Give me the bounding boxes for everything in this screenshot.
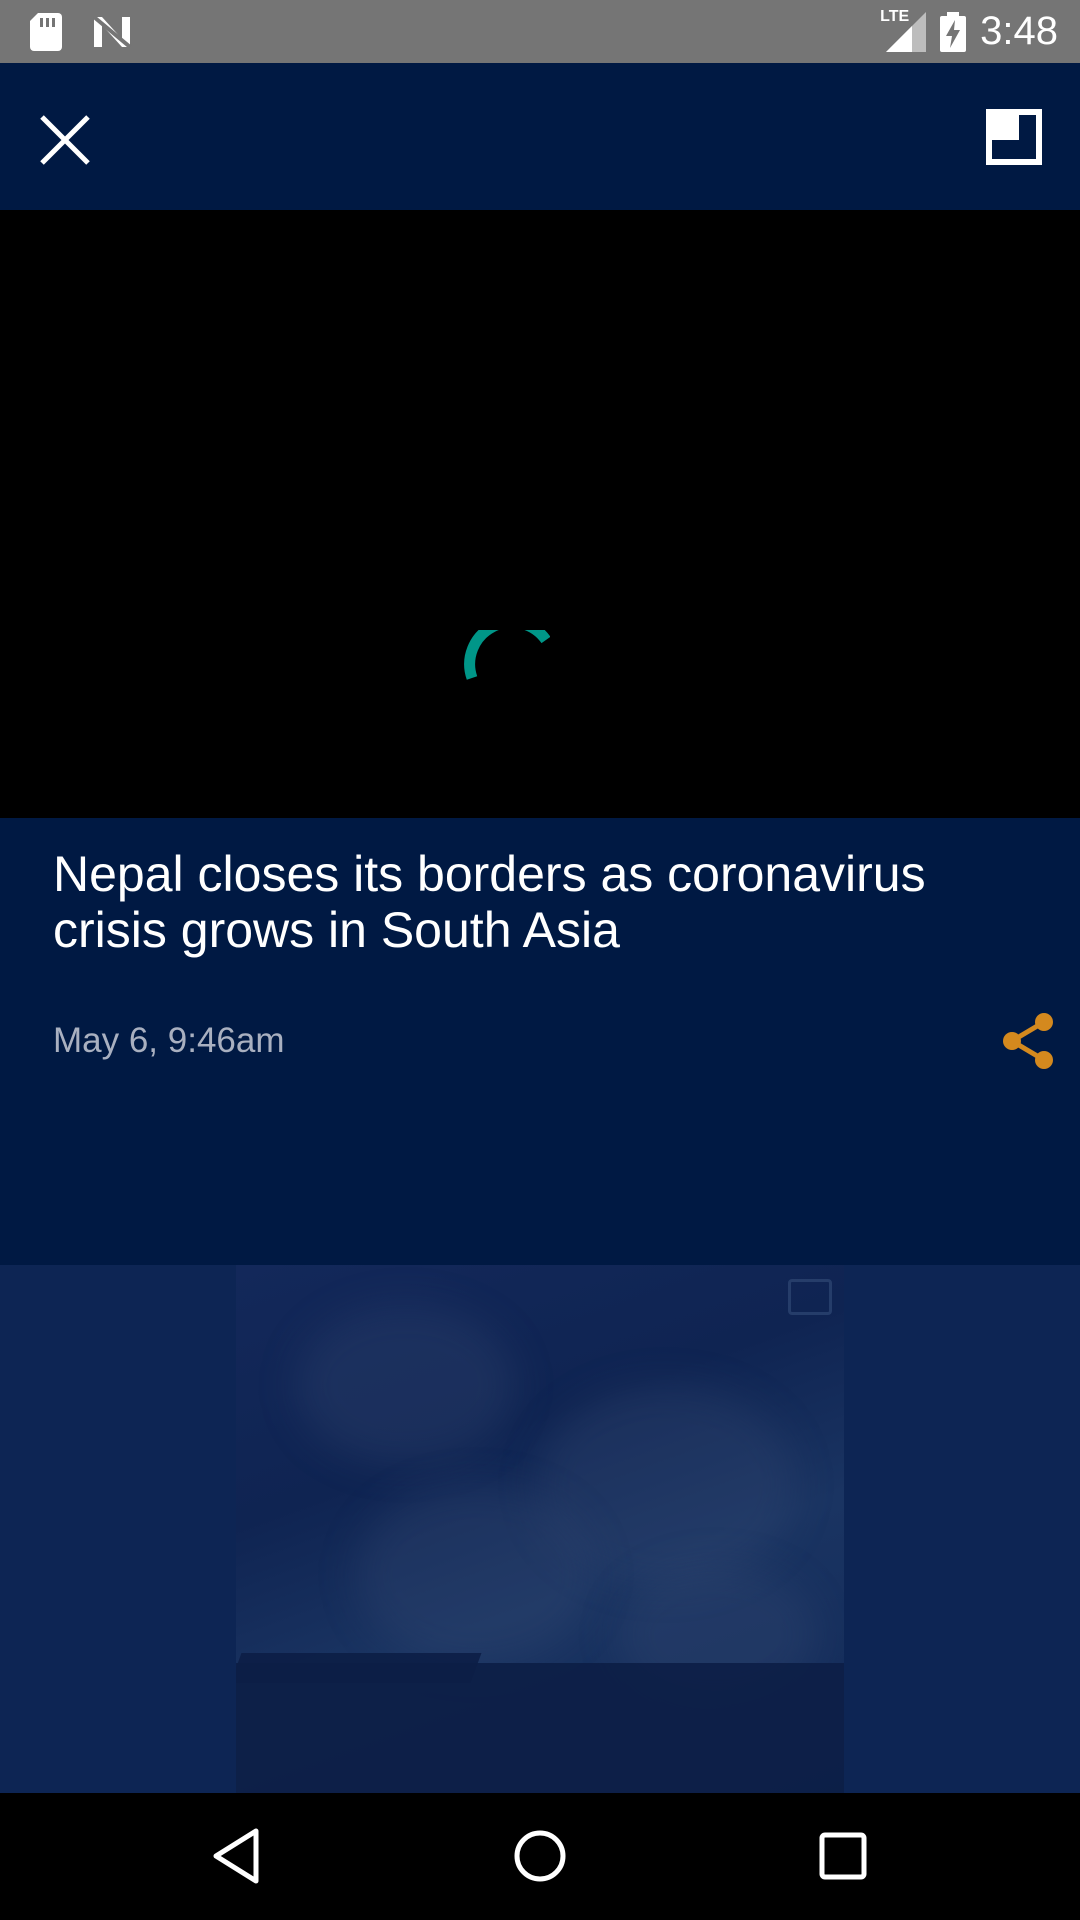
status-time: 3:48 bbox=[980, 9, 1058, 53]
share-button[interactable] bbox=[998, 1010, 1058, 1072]
article-timestamp: May 6, 9:46am bbox=[53, 1021, 285, 1060]
video-toolbar bbox=[0, 63, 1080, 210]
system-nav-bar bbox=[0, 1793, 1080, 1920]
status-bar: LTE 3:48 bbox=[0, 0, 1080, 63]
back-icon bbox=[213, 1828, 259, 1884]
video-player[interactable] bbox=[0, 210, 1080, 818]
home-button[interactable] bbox=[505, 1821, 575, 1891]
close-icon bbox=[40, 115, 90, 165]
home-icon bbox=[514, 1830, 566, 1882]
status-left-icons bbox=[30, 12, 132, 52]
n-notification-icon bbox=[92, 15, 132, 49]
sd-card-icon bbox=[30, 13, 62, 51]
recents-button[interactable] bbox=[808, 1821, 878, 1891]
picture-in-picture-button[interactable] bbox=[986, 109, 1042, 165]
article-info: Nepal closes its borders as coronavirus … bbox=[0, 818, 1080, 1265]
recents-icon bbox=[819, 1832, 867, 1880]
next-video-panel[interactable] bbox=[0, 1265, 1080, 1793]
back-button[interactable] bbox=[202, 1821, 272, 1891]
thumbnail-badge-icon bbox=[788, 1279, 832, 1315]
lte-signal-icon: LTE bbox=[880, 8, 927, 52]
building-base bbox=[236, 1663, 844, 1793]
loading-spinner-icon bbox=[464, 630, 550, 680]
share-icon bbox=[1003, 1013, 1053, 1069]
status-right-icons: LTE 3:48 bbox=[880, 0, 1058, 63]
picture-in-picture-icon bbox=[986, 109, 1042, 165]
close-button[interactable] bbox=[30, 105, 100, 175]
battery-charging-icon bbox=[940, 11, 967, 52]
article-headline: Nepal closes its borders as coronavirus … bbox=[53, 846, 926, 958]
next-video-thumbnail[interactable] bbox=[236, 1265, 844, 1793]
